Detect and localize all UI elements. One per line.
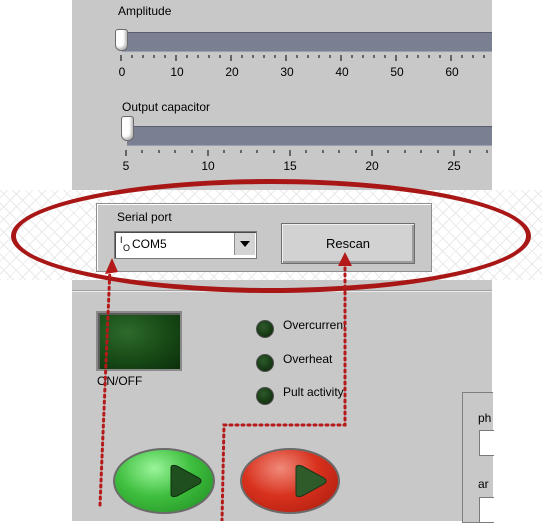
arrowhead-icon [105, 258, 118, 274]
annotation-arrows [98, 252, 352, 521]
arrowhead-icon [338, 252, 352, 266]
rescan-pointer-line [220, 260, 347, 521]
combo-pointer-line [98, 266, 112, 507]
